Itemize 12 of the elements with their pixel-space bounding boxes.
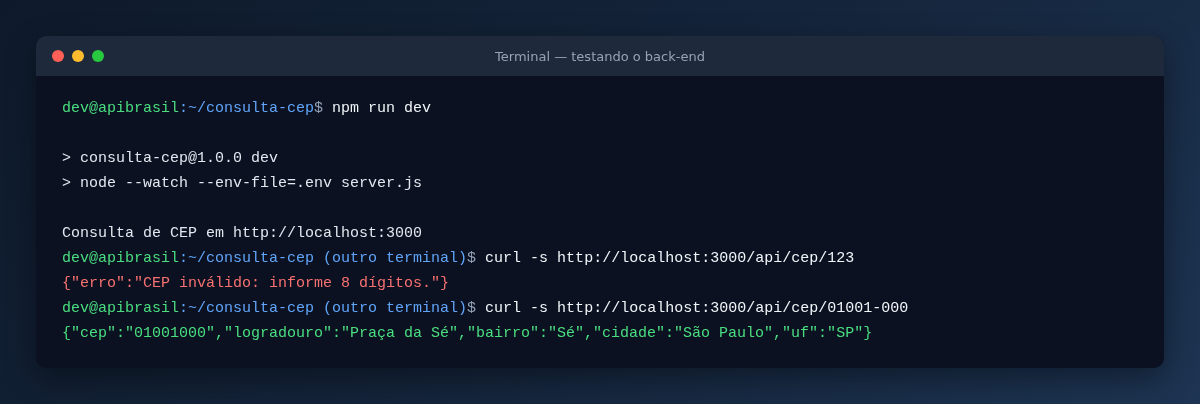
- error-line: {"erro":"CEP inválido: informe 8 dígitos."}: [62, 274, 451, 294]
- minimize-icon[interactable]: [72, 50, 84, 62]
- output-line: > node --watch --env-file=.env server.js: [62, 174, 424, 194]
- json-response-line: {"cep":"01001000","logradouro":"Praça da Sé","bairro":"Sé","cidade":"São Paulo","uf":"SP"}: [62, 324, 874, 344]
- command-line: dev@apibrasil:~/consulta-cep$ npm run dev: [62, 99, 433, 119]
- output-line: Consulta de CEP em http://localhost:3000: [62, 224, 424, 244]
- output-line: > consulta-cep@1.0.0 dev: [62, 149, 280, 169]
- window-title: Terminal — testando o back-end: [494, 48, 706, 64]
- maximize-icon[interactable]: [92, 50, 104, 62]
- command-line: dev@apibrasil:~/consulta-cep (outro terminal)$ curl -s http://localhost:3000/api/cep/01001-000: [62, 299, 910, 319]
- command-line: dev@apibrasil:~/consulta-cep (outro terminal)$ curl -s http://localhost:3000/api/cep/123: [62, 249, 856, 269]
- close-icon[interactable]: [52, 50, 64, 62]
